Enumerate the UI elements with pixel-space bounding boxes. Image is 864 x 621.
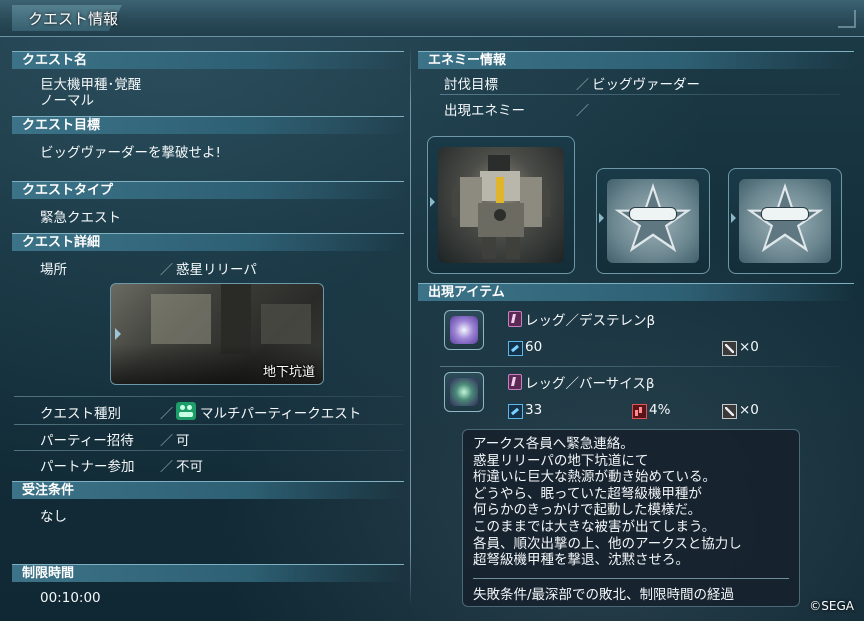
party-invite-label: パーティー招待 xyxy=(40,433,134,449)
objective-text: ビッグヴァーダーを撃破せよ! xyxy=(40,145,221,161)
item-count: ×0 xyxy=(739,339,759,355)
objective-header: クエスト目標 xyxy=(12,116,404,134)
time-limit-header: 制限時間 xyxy=(12,564,404,582)
corner-mark-icon xyxy=(838,10,856,28)
leg-category-icon xyxy=(508,311,522,327)
separator: ／ xyxy=(160,460,174,475)
tooltip-line: 桁違いに巨大な熱源が動き始めている。 xyxy=(473,469,716,486)
separator: ／ xyxy=(160,434,174,449)
tooltip-line: 何らかのきっかけで起動した模様だ。 xyxy=(473,502,702,519)
column-divider xyxy=(410,46,411,606)
tooltip-line: アークス各員へ緊急連絡。 xyxy=(473,436,634,452)
row-divider xyxy=(440,94,840,95)
row-divider xyxy=(440,366,840,367)
stat-icon xyxy=(508,404,523,419)
appear-enemy-label: 出現エネミー xyxy=(444,103,525,119)
enemy-card-big-vardha[interactable] xyxy=(427,136,575,274)
enemy-portrait xyxy=(438,147,564,263)
item-icon-box[interactable] xyxy=(444,372,484,412)
conditions-text: なし xyxy=(40,509,67,525)
location-label: 場所 xyxy=(40,262,67,278)
type-text: 緊急クエスト xyxy=(40,210,121,226)
scene-shape xyxy=(261,304,311,344)
enemy-card-unknown[interactable] xyxy=(728,168,842,274)
row-divider xyxy=(14,450,404,451)
leg-unit-icon xyxy=(450,316,478,344)
enemy-card-unknown[interactable] xyxy=(596,168,710,274)
stat-icon xyxy=(508,341,523,356)
conditions-header: 受注条件 xyxy=(12,481,404,499)
quest-name-header: クエスト名 xyxy=(12,51,404,69)
partner-label: パートナー参加 xyxy=(40,459,135,475)
owned-count-icon xyxy=(722,404,737,419)
target-label: 討伐目標 xyxy=(444,77,498,93)
window-titlebar: クエスト情報 xyxy=(0,0,864,37)
tooltip-line: どうやら、眠っていた超弩級機甲種が xyxy=(473,485,702,502)
item-drop-rate: 4% xyxy=(649,402,671,418)
leg-unit-icon xyxy=(450,378,478,406)
enemy-portrait xyxy=(607,179,699,263)
type-header: クエストタイプ xyxy=(12,181,404,199)
tooltip-line: 超弩級機甲種を撃退、沈黙させろ。 xyxy=(473,552,689,569)
unknown-badge-icon xyxy=(761,207,809,222)
target-value: ビッグヴァーダー xyxy=(592,77,700,93)
tooltip-line: このままでは大きな被害が出てしまう。 xyxy=(473,518,716,535)
arrow-right-icon xyxy=(599,213,604,223)
leg-category-icon xyxy=(508,374,522,390)
item-count: ×0 xyxy=(739,402,759,418)
mech-enemy-icon xyxy=(452,155,550,259)
arrow-right-icon xyxy=(430,197,435,207)
location-value: 惑星リリーパ xyxy=(176,262,257,278)
detail-header: クエスト詳細 xyxy=(12,233,404,251)
separator: ／ xyxy=(160,263,174,278)
arrow-right-icon xyxy=(731,213,736,223)
item-stat: 33 xyxy=(525,402,543,418)
copyright: ©SEGA xyxy=(809,599,854,613)
item-icon-box[interactable] xyxy=(444,310,484,350)
separator: ／ xyxy=(576,78,590,93)
item-name: レッグ／バーサイスβ xyxy=(525,376,655,392)
row-divider xyxy=(14,396,404,397)
separator: ／ xyxy=(576,104,590,119)
time-limit-value: 00:10:00 xyxy=(40,590,101,606)
unknown-badge-icon xyxy=(629,207,677,222)
arrow-right-icon xyxy=(115,328,121,340)
window-title: クエスト情報 xyxy=(28,10,119,28)
row-divider xyxy=(14,424,404,425)
enemy-header: エネミー情報 xyxy=(418,51,854,69)
scene-shape xyxy=(151,294,211,344)
tooltip-line: 各員、順次出撃の上、他のアークスと協力し xyxy=(473,535,742,552)
tooltip-line: 惑星リリーパの地下坑道にて xyxy=(473,452,649,469)
item-stat: 60 xyxy=(525,339,543,355)
separator: ／ xyxy=(160,407,174,422)
owned-count-icon xyxy=(722,341,737,356)
quest-name-line2: ノーマル xyxy=(40,93,94,109)
failure-condition: 失敗条件/最深部での敗北、制限時間の経過 xyxy=(473,586,735,603)
partner-value: 不可 xyxy=(176,459,203,475)
items-header: 出現アイテム xyxy=(418,283,854,301)
quest-description-tooltip: アークス各員へ緊急連絡。 惑星リリーパの地下坑道にて 桁違いに巨大な熱源が動き始… xyxy=(462,429,800,607)
tooltip-divider xyxy=(473,577,789,579)
multi-party-icon xyxy=(176,402,196,420)
location-area-label: 地下坑道 xyxy=(262,365,315,380)
item-name: レッグ／デステレンβ xyxy=(525,313,656,329)
category-label: クエスト種別 xyxy=(40,406,121,422)
drop-rate-icon xyxy=(632,404,647,419)
enemy-portrait xyxy=(739,179,831,263)
party-invite-value: 可 xyxy=(176,433,190,449)
category-value: マルチパーティークエスト xyxy=(200,406,362,422)
location-thumbnail: 地下坑道 xyxy=(110,283,324,385)
